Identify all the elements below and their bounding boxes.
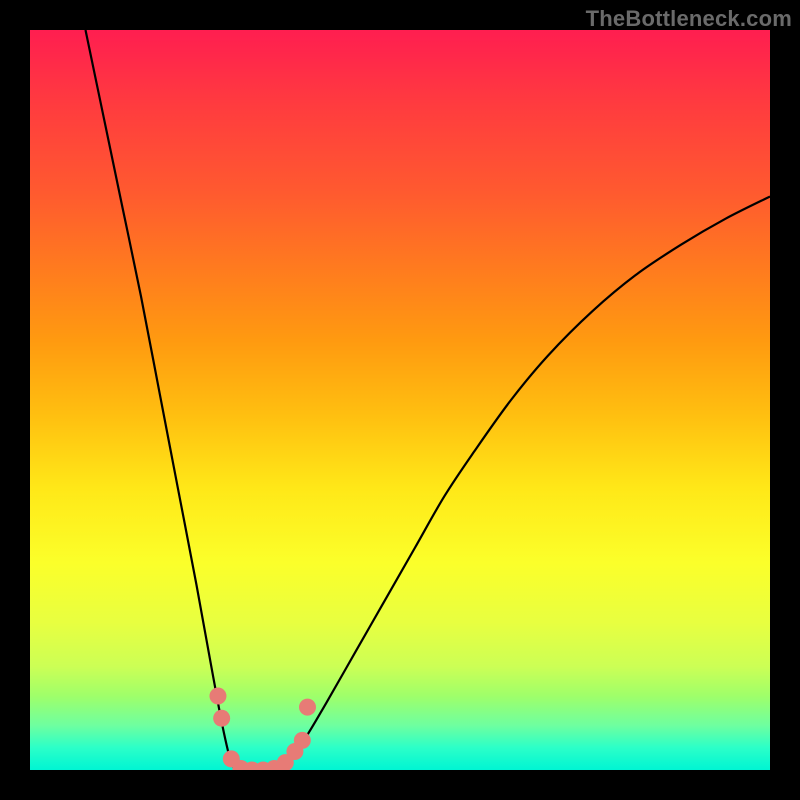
- chart-svg: [30, 30, 770, 770]
- plot-area: [30, 30, 770, 770]
- watermark-text: TheBottleneck.com: [586, 6, 792, 32]
- data-marker: [299, 699, 316, 716]
- bottleneck-curve: [86, 30, 771, 770]
- chart-frame: TheBottleneck.com: [0, 0, 800, 800]
- data-marker: [209, 688, 226, 705]
- data-marker: [213, 710, 230, 727]
- data-marker: [294, 732, 311, 749]
